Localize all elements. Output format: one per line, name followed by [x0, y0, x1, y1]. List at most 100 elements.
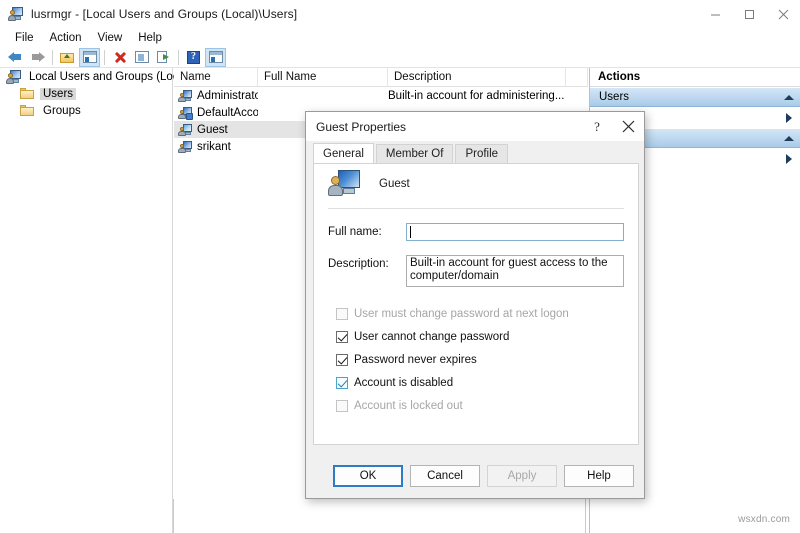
guest-properties-dialog: Guest Properties ? General Member Of Pro…: [305, 111, 645, 499]
text-caret: [410, 226, 411, 238]
show-hide-action-pane-icon[interactable]: [205, 47, 226, 67]
row-name-label: DefaultAcco...: [197, 106, 258, 119]
lusrmgr-window: lusrmgr - [Local Users and Groups (Local…: [0, 0, 800, 533]
tab-general[interactable]: General: [313, 143, 374, 163]
row-name-label: srikant: [197, 140, 231, 153]
close-icon[interactable]: [766, 0, 800, 28]
tree-item-users-label: Users: [40, 87, 77, 100]
show-hide-console-tree-icon[interactable]: [79, 47, 100, 67]
divider: [328, 208, 624, 209]
chevron-up-icon: [784, 135, 794, 141]
chevron-up-icon: [784, 94, 794, 100]
cancel-button[interactable]: Cancel: [410, 465, 480, 487]
full-name-label: Full name:: [328, 226, 382, 238]
checkbox-user-cannot-change-password[interactable]: User cannot change password: [336, 328, 638, 346]
row-name-cell: Administrator: [174, 89, 258, 103]
table-row[interactable]: Administrator Built-in account for admin…: [174, 87, 588, 104]
tree-item-groups[interactable]: Groups: [0, 102, 172, 119]
checkbox-indicator: [336, 331, 348, 343]
chevron-right-icon: [786, 112, 792, 123]
maximize-icon[interactable]: [732, 0, 766, 28]
export-list-icon[interactable]: [153, 48, 174, 67]
column-header-description[interactable]: Description: [388, 68, 566, 86]
tree-item-root[interactable]: Local Users and Groups (Local): [0, 68, 191, 85]
user-icon: [178, 89, 193, 103]
checkbox-user-must-change-password[interactable]: User must change password at next logon: [336, 305, 638, 323]
actions-group-users-label: Users: [599, 91, 630, 103]
list-column-header: Name Full Name Description: [174, 68, 588, 87]
actions-group-users[interactable]: Users: [590, 87, 800, 107]
account-options-group: User must change password at next logon …: [314, 305, 638, 415]
row-description-cell: Built-in account for administering...: [388, 89, 565, 102]
description-input[interactable]: Built-in account for guest access to the…: [406, 255, 624, 287]
back-icon[interactable]: [5, 48, 26, 67]
user-system-icon: [178, 106, 193, 120]
pane-splitter[interactable]: [173, 499, 174, 533]
help-icon[interactable]: ?: [582, 112, 612, 141]
tree-item-root-label: Local Users and Groups (Local): [29, 70, 192, 83]
pane-splitter[interactable]: [585, 499, 586, 533]
window-title: lusrmgr - [Local Users and Groups (Local…: [31, 7, 298, 21]
menubar: File Action View Help: [0, 28, 800, 47]
console-tree-pane: Local Users and Groups (Local) Users Gro…: [0, 68, 191, 533]
properties-icon[interactable]: [131, 48, 152, 67]
toolbar-separator: [178, 49, 179, 65]
menu-action[interactable]: Action: [42, 30, 90, 46]
tree-item-users[interactable]: Users: [0, 85, 172, 102]
forward-icon[interactable]: [27, 48, 48, 67]
row-name-cell: srikant: [174, 140, 258, 154]
actions-pane-title: Actions: [590, 68, 800, 87]
close-icon[interactable]: [612, 112, 644, 141]
description-label: Description:: [328, 258, 389, 270]
dialog-title: Guest Properties: [316, 119, 407, 134]
dialog-general-panel: Guest Full name: Description: Built-in a…: [313, 163, 639, 445]
checkbox-account-is-locked-out[interactable]: Account is locked out: [336, 397, 638, 415]
mmc-console-icon: [8, 6, 24, 22]
checkbox-label: User must change password at next logon: [354, 308, 569, 320]
toolbar-separator: [104, 49, 105, 65]
toolbar: ?: [0, 47, 800, 68]
minimize-icon[interactable]: [698, 0, 732, 28]
user-icon: [178, 140, 193, 154]
checkbox-label: Account is locked out: [354, 400, 463, 412]
chevron-right-icon: [786, 153, 792, 164]
tab-profile[interactable]: Profile: [455, 144, 509, 163]
column-header-name[interactable]: Name: [174, 68, 258, 86]
checkbox-password-never-expires[interactable]: Password never expires: [336, 351, 638, 369]
ok-button[interactable]: OK: [333, 465, 403, 487]
folder-icon: [20, 104, 35, 117]
menu-help[interactable]: Help: [130, 30, 170, 46]
checkbox-account-is-disabled[interactable]: Account is disabled: [336, 374, 638, 392]
dialog-tabstrip: General Member Of Profile: [306, 142, 644, 163]
checkbox-label: Password never expires: [354, 354, 477, 366]
tree-item-groups-label: Groups: [43, 104, 81, 117]
dialog-buttonbar: OK Cancel Apply Help: [306, 454, 644, 498]
delete-icon[interactable]: [109, 48, 130, 67]
row-name-cell: DefaultAcco...: [174, 106, 258, 120]
checkbox-indicator: [336, 354, 348, 366]
dialog-titlebar: Guest Properties ?: [306, 112, 644, 142]
apply-button: Apply: [487, 465, 557, 487]
checkbox-label: User cannot change password: [354, 331, 510, 343]
full-name-row: Full name:: [314, 223, 638, 241]
full-name-input[interactable]: [406, 223, 624, 241]
folder-icon: [20, 87, 35, 100]
user-guest-icon: [178, 123, 193, 137]
menu-file[interactable]: File: [7, 30, 42, 46]
up-one-level-icon[interactable]: [57, 48, 78, 67]
help-icon[interactable]: ?: [183, 48, 204, 67]
watermark: wsxdn.com: [738, 514, 790, 525]
account-name-label: Guest: [379, 178, 410, 190]
window-titlebar: lusrmgr - [Local Users and Groups (Local…: [0, 0, 800, 28]
checkbox-indicator: [336, 308, 348, 320]
menu-view[interactable]: View: [90, 30, 131, 46]
row-name-label: Guest: [197, 123, 228, 136]
user-guest-large-icon: [328, 169, 361, 199]
column-header-full-name[interactable]: Full Name: [258, 68, 388, 86]
column-header-filler: [566, 68, 588, 86]
tab-member-of[interactable]: Member Of: [375, 144, 454, 163]
row-name-cell: Guest: [174, 123, 258, 137]
mmc-console-icon: [6, 69, 22, 84]
description-row: Description: Built-in account for guest …: [314, 255, 638, 287]
help-button[interactable]: Help: [564, 465, 634, 487]
